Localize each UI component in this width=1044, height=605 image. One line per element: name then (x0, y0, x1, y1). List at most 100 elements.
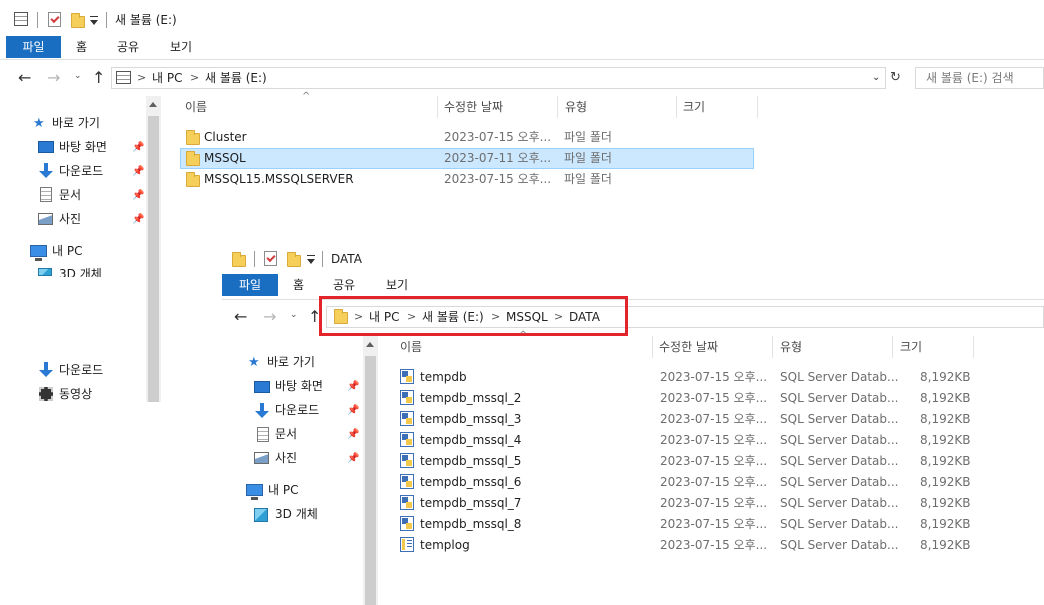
breadcrumb-this-pc[interactable]: 내 PC (152, 68, 182, 88)
nav-videos[interactable]: 동영상 (59, 384, 92, 404)
breadcrumb-volume[interactable]: 새 볼륨 (E:) (205, 68, 267, 88)
table-row[interactable]: templog 2023-07-15 오후... SQL Server Data… (396, 535, 976, 556)
nav-documents[interactable]: 문서 (275, 424, 297, 444)
database-file-icon (400, 411, 414, 426)
column-header-type[interactable]: 유형 (780, 337, 802, 357)
tab-view[interactable]: 보기 (386, 274, 408, 296)
back-arrow-icon[interactable]: ← (18, 70, 31, 86)
table-row[interactable]: tempdb_mssql_7 2023-07-15 오후... SQL Serv… (396, 493, 976, 514)
file-name: MSSQL15.MSSQLSERVER (204, 172, 354, 186)
back-arrow-icon[interactable]: ← (234, 309, 247, 325)
folder-icon (186, 151, 200, 166)
pin-icon[interactable]: 📌 (132, 167, 144, 177)
properties-icon[interactable] (14, 12, 28, 26)
toolbar-separator (37, 12, 38, 28)
file-name: tempdb_mssql_8 (420, 517, 522, 531)
nav-quick-access[interactable]: 바로 가기 (52, 113, 100, 133)
window-title: DATA (331, 252, 362, 266)
nav-3d-objects[interactable]: 3D 개체 (59, 264, 102, 277)
column-header-type[interactable]: 유형 (565, 97, 587, 117)
tab-home[interactable]: 홈 (76, 36, 87, 58)
file-name: MSSQL (204, 151, 246, 165)
column-header-date[interactable]: 수정한 날짜 (659, 337, 718, 357)
tab-share[interactable]: 공유 (333, 274, 355, 296)
refresh-icon[interactable]: ↻ (890, 70, 901, 85)
tab-view[interactable]: 보기 (170, 36, 192, 58)
nav-pictures[interactable]: 사진 (59, 209, 81, 229)
folder-icon (186, 130, 200, 145)
tab-file[interactable]: 파일 (6, 36, 61, 58)
scrollbar-thumb[interactable] (148, 116, 159, 402)
nav-scrollbar[interactable] (363, 336, 378, 605)
dropdown-arrow-icon[interactable] (90, 14, 99, 26)
scroll-up-icon[interactable] (149, 102, 157, 107)
pin-icon[interactable]: 📌 (347, 406, 359, 416)
pin-icon[interactable]: 📌 (132, 191, 144, 201)
column-divider (557, 96, 558, 118)
table-row[interactable]: tempdb_mssql_3 2023-07-15 오후... SQL Serv… (396, 409, 976, 430)
nav-downloads-2[interactable]: 다운로드 (59, 360, 103, 380)
pin-icon[interactable]: 📌 (132, 143, 144, 153)
dropdown-arrow-icon[interactable] (307, 253, 316, 265)
nav-desktop[interactable]: 바탕 화면 (59, 137, 107, 157)
database-file-icon (400, 474, 414, 489)
column-header-name[interactable]: 이름 (400, 337, 422, 357)
nav-this-pc[interactable]: 내 PC (52, 241, 82, 261)
chevron-down-icon[interactable]: ⌄ (74, 71, 82, 81)
file-date: 2023-07-15 오후... (660, 391, 768, 405)
table-row[interactable]: Cluster 2023-07-15 오후... 파일 폴더 (180, 127, 754, 148)
table-row[interactable]: tempdb_mssql_2 2023-07-15 오후... SQL Serv… (396, 388, 976, 409)
column-header-size[interactable]: 크기 (900, 337, 922, 357)
desktop-icon (38, 141, 54, 153)
nav-documents[interactable]: 문서 (59, 185, 81, 205)
folder-icon[interactable] (232, 252, 246, 267)
column-divider (652, 336, 653, 358)
nav-downloads[interactable]: 다운로드 (59, 161, 103, 181)
nav-desktop[interactable]: 바탕 화면 (275, 376, 323, 396)
table-row[interactable]: tempdb_mssql_6 2023-07-15 오후... SQL Serv… (396, 472, 976, 493)
address-dropdown-icon[interactable]: ⌄ (872, 72, 880, 83)
checklist-icon[interactable] (48, 12, 61, 27)
table-row[interactable]: tempdb_mssql_5 2023-07-15 오후... SQL Serv… (396, 451, 976, 472)
tab-home[interactable]: 홈 (293, 274, 304, 296)
column-header-name[interactable]: 이름 (185, 97, 207, 117)
tab-file[interactable]: 파일 (222, 274, 278, 296)
chevron-down-icon[interactable]: ⌄ (290, 310, 298, 320)
pin-icon[interactable]: 📌 (132, 215, 144, 225)
table-row[interactable]: tempdb_mssql_4 2023-07-15 오후... SQL Serv… (396, 430, 976, 451)
scroll-up-icon[interactable] (366, 342, 374, 347)
nav-3d-objects[interactable]: 3D 개체 (275, 504, 318, 524)
folder-icon[interactable] (287, 252, 301, 267)
table-row[interactable]: MSSQL15.MSSQLSERVER 2023-07-15 오후... 파일 … (180, 169, 754, 190)
column-divider (892, 336, 893, 358)
pin-icon[interactable]: 📌 (347, 382, 359, 392)
file-type: SQL Server Datab... (780, 517, 899, 531)
file-date: 2023-07-15 오후... (660, 538, 768, 552)
pin-icon[interactable]: 📌 (347, 430, 359, 440)
forward-arrow-icon[interactable]: → (47, 70, 60, 86)
window-title: 새 볼륨 (E:) (115, 13, 177, 27)
table-row-selected[interactable]: MSSQL 2023-07-11 오후... 파일 폴더 (180, 148, 754, 169)
forward-arrow-icon[interactable]: → (263, 309, 276, 325)
nav-downloads[interactable]: 다운로드 (275, 400, 319, 420)
nav-quick-access[interactable]: 바로 가기 (267, 352, 315, 372)
pin-icon[interactable]: 📌 (347, 454, 359, 464)
nav-scrollbar[interactable] (146, 96, 161, 402)
file-size: 8,192KB (920, 370, 971, 384)
table-row[interactable]: tempdb_mssql_8 2023-07-15 오후... SQL Serv… (396, 514, 976, 535)
tab-share[interactable]: 공유 (117, 36, 139, 58)
search-input[interactable]: 새 볼륨 (E:) 검색 (915, 67, 1044, 89)
column-header-date[interactable]: 수정한 날짜 (444, 97, 503, 117)
file-date: 2023-07-15 오후... (660, 475, 768, 489)
file-date: 2023-07-15 오후... (660, 412, 768, 426)
file-date: 2023-07-11 오후... (444, 151, 552, 165)
document-icon (40, 187, 52, 202)
nav-this-pc[interactable]: 내 PC (268, 480, 298, 500)
column-header-size[interactable]: 크기 (683, 97, 705, 117)
folder-icon[interactable] (71, 13, 85, 28)
up-arrow-icon[interactable]: ↑ (92, 70, 105, 86)
scrollbar-thumb[interactable] (365, 356, 376, 605)
nav-pictures[interactable]: 사진 (275, 448, 297, 468)
checklist-icon[interactable] (264, 251, 277, 266)
table-row[interactable]: tempdb 2023-07-15 오후... SQL Server Datab… (396, 367, 976, 388)
